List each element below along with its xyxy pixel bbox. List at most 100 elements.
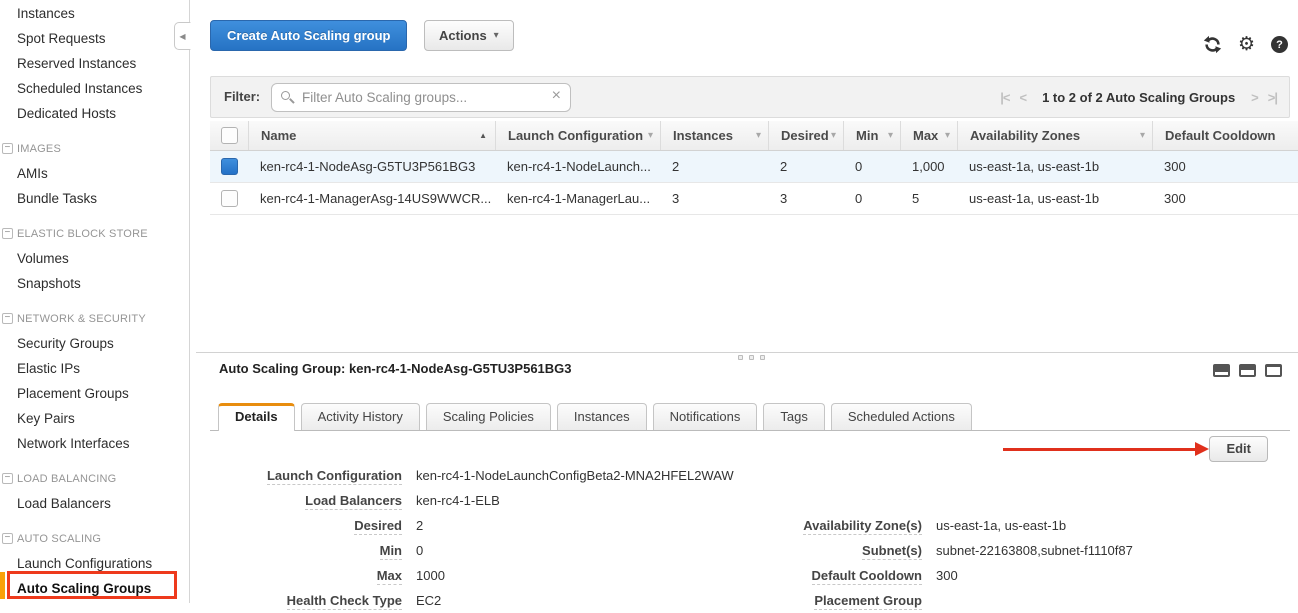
tab-tags[interactable]: Tags bbox=[763, 403, 824, 430]
sidebar-item-reserved-instances[interactable]: Reserved Instances bbox=[0, 51, 189, 76]
field-min: Min 0 bbox=[210, 538, 770, 563]
pagination-first-button[interactable]: |< bbox=[1000, 90, 1009, 105]
chevron-left-icon: ◀ bbox=[179, 32, 185, 41]
column-header-min[interactable]: Min ▾ bbox=[843, 121, 900, 150]
column-header-max[interactable]: Max ▾ bbox=[900, 121, 957, 150]
pagination-last-button[interactable]: >| bbox=[1268, 90, 1277, 105]
row-checkbox[interactable] bbox=[221, 190, 238, 207]
refresh-icon-svg bbox=[1203, 35, 1222, 54]
cell-min: 0 bbox=[843, 183, 900, 214]
row-checkbox[interactable] bbox=[221, 158, 238, 175]
collapse-minus-icon[interactable]: − bbox=[2, 313, 13, 324]
sidebar-item-security-groups[interactable]: Security Groups bbox=[0, 331, 189, 356]
table-row[interactable]: ken-rc4-1-ManagerAsg-14US9WWCR... ken-rc… bbox=[210, 183, 1298, 215]
tab-activity-history[interactable]: Activity History bbox=[301, 403, 420, 430]
sidebar-item-amis[interactable]: AMIs bbox=[0, 161, 189, 186]
cell-name: ken-rc4-1-ManagerAsg-14US9WWCR... bbox=[248, 183, 495, 214]
button-label: Create Auto Scaling group bbox=[227, 28, 390, 43]
filter-search-box[interactable]: × bbox=[271, 83, 571, 112]
field-health-check-type: Health Check Type EC2 bbox=[210, 588, 770, 613]
cell-availability-zones: us-east-1a, us-east-1b bbox=[957, 183, 1152, 214]
field-default-cooldown: Default Cooldown 300 bbox=[770, 563, 1298, 588]
create-auto-scaling-group-button[interactable]: Create Auto Scaling group bbox=[210, 20, 407, 51]
table-row[interactable]: ken-rc4-1-NodeAsg-G5TU3P561BG3 ken-rc4-1… bbox=[210, 151, 1298, 183]
field-placement-group: Placement Group bbox=[770, 588, 1298, 613]
settings-gear-icon[interactable]: ⚙ bbox=[1238, 36, 1255, 54]
sidebar-item-spot-requests[interactable]: Spot Requests bbox=[0, 26, 189, 51]
search-icon bbox=[281, 91, 290, 100]
actions-dropdown-button[interactable]: Actions ▾ bbox=[424, 20, 514, 51]
pagination-next-button[interactable]: > bbox=[1251, 90, 1258, 105]
annotation-arrow bbox=[1003, 442, 1209, 456]
field-subnets: Subnet(s) subnet-22163808,subnet-f1110f8… bbox=[770, 538, 1298, 563]
tab-notifications[interactable]: Notifications bbox=[653, 403, 758, 430]
sidebar-item-instances[interactable]: Instances bbox=[0, 1, 189, 26]
pane-resize-handle[interactable] bbox=[738, 355, 765, 360]
help-icon[interactable]: ? bbox=[1271, 36, 1288, 53]
sidebar-section-network-security[interactable]: − NETWORK & SECURITY bbox=[0, 307, 189, 331]
sort-ascending-icon: ▲ bbox=[479, 131, 487, 140]
cell-default-cooldown: 300 bbox=[1152, 151, 1298, 182]
sidebar-item-launch-configurations[interactable]: Launch Configurations bbox=[0, 551, 189, 576]
pagination-prev-button[interactable]: < bbox=[1019, 90, 1026, 105]
sidebar-section-load-balancing[interactable]: − LOAD BALANCING bbox=[0, 467, 189, 491]
column-caret-icon: ▾ bbox=[756, 130, 761, 141]
sidebar-item-elastic-ips[interactable]: Elastic IPs bbox=[0, 356, 189, 381]
sidebar-item-volumes[interactable]: Volumes bbox=[0, 246, 189, 271]
filter-bar: Filter: × |< < 1 to 2 of 2 Auto Scaling … bbox=[210, 76, 1290, 118]
collapse-minus-icon[interactable]: − bbox=[2, 143, 13, 154]
column-header-default-cooldown[interactable]: Default Cooldown bbox=[1152, 121, 1298, 150]
sidebar-item-load-balancers[interactable]: Load Balancers bbox=[0, 491, 189, 516]
sidebar-section-auto-scaling[interactable]: − AUTO SCALING bbox=[0, 527, 189, 551]
sidebar-item-snapshots[interactable]: Snapshots bbox=[0, 271, 189, 296]
cell-launch-configuration: ken-rc4-1-ManagerLau... bbox=[495, 183, 660, 214]
layout-bottom-large-icon[interactable] bbox=[1265, 364, 1282, 377]
select-all-checkbox[interactable] bbox=[221, 127, 238, 144]
column-caret-icon: ▾ bbox=[648, 130, 653, 141]
clear-filter-icon[interactable]: × bbox=[552, 87, 561, 105]
cell-max: 1,000 bbox=[900, 151, 957, 182]
column-header-desired[interactable]: Desired ▾ bbox=[768, 121, 843, 150]
sidebar-item-dedicated-hosts[interactable]: Dedicated Hosts bbox=[0, 101, 189, 126]
cell-max: 5 bbox=[900, 183, 957, 214]
pane-layout-controls bbox=[1213, 364, 1282, 377]
tab-scheduled-actions[interactable]: Scheduled Actions bbox=[831, 403, 972, 430]
details-fields-left: Launch Configuration ken-rc4-1-NodeLaunc… bbox=[210, 463, 770, 613]
sidebar-item-scheduled-instances[interactable]: Scheduled Instances bbox=[0, 76, 189, 101]
field-availability-zones: Availability Zone(s) us-east-1a, us-east… bbox=[770, 513, 1298, 538]
sidebar-item-key-pairs[interactable]: Key Pairs bbox=[0, 406, 189, 431]
field-desired: Desired 2 bbox=[210, 513, 770, 538]
sidebar-section-images[interactable]: − IMAGES bbox=[0, 137, 189, 161]
layout-bottom-half-icon[interactable] bbox=[1239, 364, 1256, 377]
sidebar-section-ebs[interactable]: − ELASTIC BLOCK STORE bbox=[0, 222, 189, 246]
chevron-down-icon: ▾ bbox=[494, 30, 499, 41]
tab-details[interactable]: Details bbox=[218, 403, 295, 431]
column-header-availability-zones[interactable]: Availability Zones ▾ bbox=[957, 121, 1152, 150]
collapse-minus-icon[interactable]: − bbox=[2, 533, 13, 544]
sidebar-item-placement-groups[interactable]: Placement Groups bbox=[0, 381, 189, 406]
column-header-name[interactable]: Name ▲ bbox=[248, 121, 495, 150]
collapse-minus-icon[interactable]: − bbox=[2, 228, 13, 239]
layout-bottom-small-icon[interactable] bbox=[1213, 364, 1230, 377]
collapse-minus-icon[interactable]: − bbox=[2, 473, 13, 484]
column-caret-icon: ▾ bbox=[831, 130, 836, 141]
sidebar-item-auto-scaling-groups[interactable]: Auto Scaling Groups bbox=[0, 576, 189, 601]
edit-button[interactable]: Edit bbox=[1209, 436, 1268, 462]
section-label: LOAD BALANCING bbox=[17, 473, 116, 485]
column-header-instances[interactable]: Instances ▾ bbox=[660, 121, 768, 150]
sidebar-item-network-interfaces[interactable]: Network Interfaces bbox=[0, 431, 189, 456]
cell-instances: 2 bbox=[660, 151, 768, 182]
cell-min: 0 bbox=[843, 151, 900, 182]
tab-scaling-policies[interactable]: Scaling Policies bbox=[426, 403, 551, 430]
section-label: ELASTIC BLOCK STORE bbox=[17, 228, 148, 240]
sidebar-item-bundle-tasks[interactable]: Bundle Tasks bbox=[0, 186, 189, 211]
tab-instances[interactable]: Instances bbox=[557, 403, 647, 430]
refresh-icon[interactable] bbox=[1203, 35, 1222, 54]
column-header-launch-configuration[interactable]: Launch Configuration ▾ bbox=[495, 121, 660, 150]
detail-panel-title: Auto Scaling Group: ken-rc4-1-NodeAsg-G5… bbox=[219, 361, 572, 376]
sidebar-collapse-handle[interactable]: ◀ bbox=[174, 22, 191, 50]
auto-scaling-groups-table: Name ▲ Launch Configuration ▾ Instances … bbox=[210, 121, 1298, 215]
cell-launch-configuration: ken-rc4-1-NodeLaunch... bbox=[495, 151, 660, 182]
filter-label: Filter: bbox=[224, 77, 260, 117]
filter-search-input[interactable] bbox=[300, 85, 540, 110]
